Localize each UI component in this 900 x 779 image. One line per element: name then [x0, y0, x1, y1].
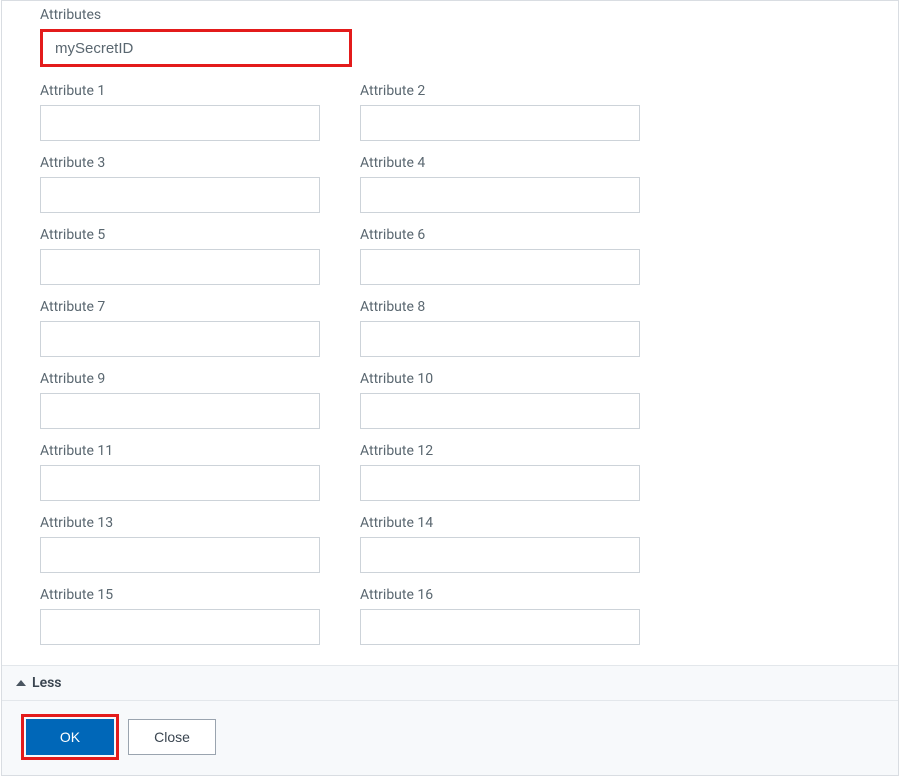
attribute-input[interactable]	[360, 177, 640, 213]
attribute-label: Attribute 16	[360, 587, 640, 603]
attribute-input[interactable]	[360, 393, 640, 429]
attribute-label: Attribute 4	[360, 155, 640, 171]
collapse-toggle[interactable]: Less	[2, 665, 898, 701]
attribute-field: Attribute 10	[360, 371, 640, 429]
attribute-label: Attribute 11	[40, 443, 320, 459]
attribute-field: Attribute 4	[360, 155, 640, 213]
attribute-field: Attribute 13	[40, 515, 320, 573]
attribute-input[interactable]	[40, 537, 320, 573]
attribute-label: Attribute 10	[360, 371, 640, 387]
attribute-field: Attribute 11	[40, 443, 320, 501]
attribute-label: Attribute 12	[360, 443, 640, 459]
attribute-input[interactable]	[40, 105, 320, 141]
attribute-label: Attribute 1	[40, 83, 320, 99]
attribute-label: Attribute 15	[40, 587, 320, 603]
attribute-field: Attribute 2	[360, 83, 640, 141]
attribute-field: Attribute 14	[360, 515, 640, 573]
attribute-input[interactable]	[360, 249, 640, 285]
attribute-input[interactable]	[40, 321, 320, 357]
attribute-label: Attribute 3	[40, 155, 320, 171]
attribute-label: Attribute 6	[360, 227, 640, 243]
attribute-field: Attribute 3	[40, 155, 320, 213]
form-area: Attributes Attribute 1Attribute 2Attribu…	[2, 1, 898, 665]
attributes-grid: Attribute 1 Attribute 2 Attribute 3 Attribu…	[40, 83, 860, 645]
attribute-field: Attribute 8	[360, 299, 640, 357]
attribute-field: Attribute 7	[40, 299, 320, 357]
attribute-label: Attribute 2	[360, 83, 640, 99]
secret-id-row	[40, 29, 860, 67]
attribute-label: Attribute 14	[360, 515, 640, 531]
attribute-input[interactable]	[40, 609, 320, 645]
attribute-label: Attribute 7	[40, 299, 320, 315]
attribute-input[interactable]	[360, 609, 640, 645]
attribute-input[interactable]	[360, 321, 640, 357]
attribute-field: Attribute 1	[40, 83, 320, 141]
ok-button[interactable]: OK	[26, 719, 114, 755]
attribute-input[interactable]	[40, 177, 320, 213]
secret-id-input[interactable]	[40, 29, 352, 67]
attribute-input[interactable]	[360, 537, 640, 573]
attribute-input[interactable]	[360, 465, 640, 501]
triangle-up-icon	[16, 680, 26, 686]
attribute-input[interactable]	[40, 393, 320, 429]
collapse-toggle-label: Less	[32, 675, 62, 691]
attributes-section-label: Attributes	[40, 7, 860, 23]
attribute-label: Attribute 5	[40, 227, 320, 243]
attribute-field: Attribute 9	[40, 371, 320, 429]
footer-buttons: OK Close	[2, 701, 898, 775]
attribute-input[interactable]	[360, 105, 640, 141]
attribute-field: Attribute 5	[40, 227, 320, 285]
attribute-field: Attribute 6	[360, 227, 640, 285]
attribute-field: Attribute 16	[360, 587, 640, 645]
attribute-label: Attribute 8	[360, 299, 640, 315]
attribute-label: Attribute 13	[40, 515, 320, 531]
close-button[interactable]: Close	[128, 719, 216, 755]
attribute-input[interactable]	[40, 465, 320, 501]
attribute-field: Attribute 15	[40, 587, 320, 645]
attribute-field: Attribute 12	[360, 443, 640, 501]
dialog-panel: Attributes Attribute 1Attribute 2Attribu…	[1, 0, 899, 776]
attribute-input[interactable]	[40, 249, 320, 285]
attribute-label: Attribute 9	[40, 371, 320, 387]
